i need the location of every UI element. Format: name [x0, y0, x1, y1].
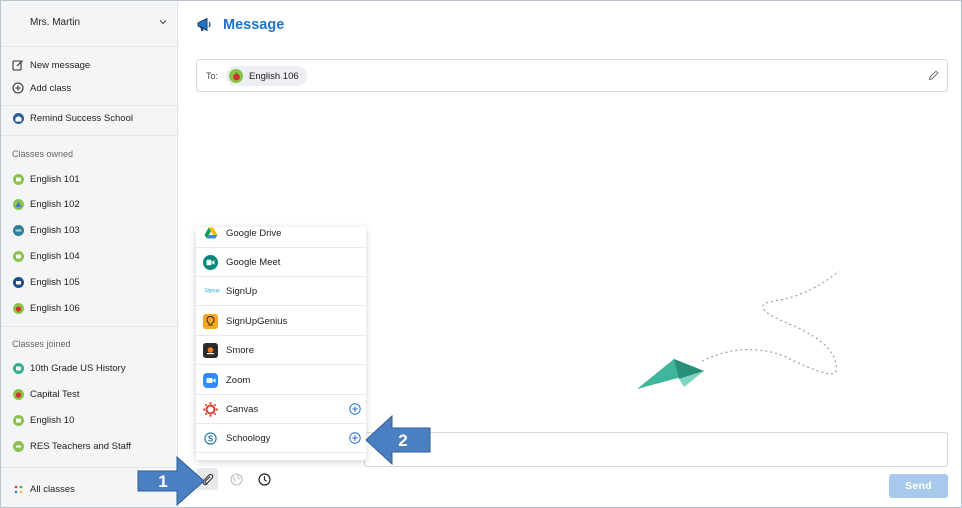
menu-item-google-meet[interactable]: Google Meet	[196, 248, 366, 277]
google-meet-icon	[203, 254, 218, 270]
class-label: English 106	[30, 302, 80, 314]
send-button[interactable]: Send	[889, 474, 948, 498]
class-label: English 104	[30, 250, 80, 262]
annotation-number: 2	[398, 431, 407, 450]
sidebar-item-class[interactable]: English 104	[1, 245, 178, 267]
classes-joined-header: Classes joined	[12, 339, 71, 349]
apple-icon	[12, 388, 24, 400]
chevron-down-icon	[159, 20, 167, 25]
message-panel: Message To: English 106 Send Google Driv…	[179, 1, 961, 507]
recipient-name: English 106	[249, 70, 299, 82]
annotation-arrow-1: 1	[137, 456, 205, 506]
school-label: Remind Success School	[30, 112, 133, 124]
sidebar-item-class[interactable]: English 105	[1, 271, 178, 293]
zoom-icon	[203, 372, 218, 388]
user-menu[interactable]: Mrs. Martin	[1, 1, 178, 47]
classes-owned-header: Classes owned	[12, 149, 74, 159]
menu-item-label: Google Drive	[226, 227, 282, 239]
menu-item-signupgenius[interactable]: SignUpGenius	[196, 307, 366, 336]
integrations-menu: Google Drive Google Meet Signup SignUp S…	[196, 227, 366, 460]
annotation-number: 1	[158, 472, 167, 491]
class-icon	[12, 173, 24, 185]
class-icon	[12, 198, 24, 210]
sidebar-item-class[interactable]: 10th Grade US History	[1, 357, 178, 379]
sidebar-item-class[interactable]: English 102	[1, 193, 178, 215]
sidebar: Mrs. Martin New message Add class Remind…	[1, 1, 178, 507]
class-icon	[12, 362, 24, 374]
sidebar-item-class[interactable]: English 106	[1, 297, 178, 319]
sidebar-divider	[1, 105, 178, 106]
apple-icon	[12, 302, 24, 314]
globe-icon	[229, 472, 243, 486]
class-icon	[12, 276, 24, 288]
class-label: English 102	[30, 198, 80, 210]
svg-text:S: S	[208, 434, 214, 443]
all-classes-label: All classes	[30, 483, 75, 495]
class-icon	[12, 440, 24, 452]
smore-icon	[203, 342, 218, 358]
google-drive-icon	[203, 227, 218, 241]
class-label: RES Teachers and Staff	[30, 440, 132, 452]
class-icon	[12, 414, 24, 426]
translate-button[interactable]	[225, 468, 247, 490]
pencil-icon[interactable]	[928, 70, 939, 81]
signup-icon: Signup	[204, 288, 220, 294]
megaphone-icon	[197, 17, 211, 32]
menu-item-label: Canvas	[226, 403, 259, 415]
class-label: Capital Test	[30, 388, 80, 400]
annotation-arrow-2: 2	[365, 415, 431, 465]
canvas-icon	[203, 401, 218, 417]
recipient-field[interactable]: To: English 106	[196, 59, 948, 92]
sidebar-item-school[interactable]: Remind Success School	[1, 107, 178, 129]
sidebar-item-class[interactable]: Capital Test	[1, 383, 178, 405]
class-label: English 103	[30, 224, 80, 236]
apple-icon	[229, 69, 243, 83]
menu-item-zoom[interactable]: Zoom	[196, 366, 366, 395]
class-icon	[12, 250, 24, 262]
class-label: 10th Grade US History	[30, 362, 126, 374]
recipient-chip[interactable]: English 106	[226, 66, 307, 86]
add-circle-icon[interactable]	[349, 432, 361, 444]
to-label: To:	[206, 71, 219, 81]
class-label: English 101	[30, 173, 80, 185]
menu-item-label: SignUpGenius	[226, 315, 288, 327]
class-label: English 105	[30, 276, 80, 288]
message-input[interactable]	[364, 432, 948, 467]
school-icon	[12, 112, 24, 124]
menu-item-signup[interactable]: Signup SignUp	[196, 277, 366, 306]
menu-item-smore[interactable]: Smore	[196, 336, 366, 365]
sidebar-item-class[interactable]: English 10	[1, 409, 178, 431]
paper-plane-illustration	[637, 271, 840, 389]
menu-item-label: Google Meet	[226, 256, 281, 268]
sidebar-item-class[interactable]: English 101	[1, 168, 178, 190]
menu-item-label: Smore	[226, 344, 254, 356]
compose-icon	[12, 59, 24, 71]
page-title: Message	[223, 17, 285, 33]
add-class-label: Add class	[30, 82, 72, 94]
sidebar-divider	[1, 135, 178, 136]
page-header: Message	[196, 17, 284, 33]
schoology-icon: S	[203, 431, 218, 446]
plus-circle-icon	[12, 82, 24, 94]
menu-item-label: Zoom	[226, 374, 251, 386]
menu-item-label: SignUp	[226, 285, 258, 297]
schedule-button[interactable]	[253, 468, 275, 490]
menu-item-google-drive[interactable]: Google Drive	[196, 227, 366, 248]
add-circle-icon[interactable]	[349, 403, 361, 415]
class-icon	[12, 224, 24, 236]
sidebar-divider	[1, 326, 178, 327]
clock-icon	[257, 472, 271, 486]
add-class-button[interactable]: Add class	[1, 77, 178, 99]
new-message-label: New message	[30, 59, 91, 71]
signupgenius-icon	[203, 313, 218, 329]
grid-dots-icon	[12, 483, 24, 495]
menu-item-canvas[interactable]: Canvas	[196, 395, 366, 424]
sidebar-item-class[interactable]: RES Teachers and Staff	[1, 435, 178, 457]
user-name: Mrs. Martin	[30, 17, 80, 28]
class-label: English 10	[30, 414, 75, 426]
menu-item-schoology[interactable]: S Schoology	[196, 424, 366, 453]
new-message-button[interactable]: New message	[1, 54, 178, 76]
sidebar-item-class[interactable]: English 103	[1, 219, 178, 241]
menu-item-label: Schoology	[226, 432, 271, 444]
